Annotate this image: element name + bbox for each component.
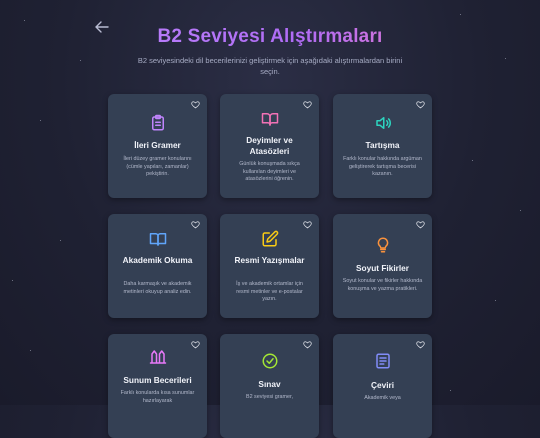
edit-icon: [261, 230, 279, 248]
book-icon: [149, 230, 167, 248]
card-title: Akademik Okuma: [122, 255, 193, 265]
card-sinav[interactable]: Sınav B2 seviyesi gramer,: [220, 334, 319, 438]
card-description: Farklı konularda kısa sunumlar hazırlaya…: [120, 390, 195, 404]
heart-icon[interactable]: [303, 220, 312, 229]
card-description: Akademik veya: [364, 395, 401, 401]
heart-icon[interactable]: [416, 220, 425, 229]
heart-icon[interactable]: [191, 340, 200, 349]
card-akademik-okuma[interactable]: Akademik Okuma Daha karmaşık ve akademik…: [108, 214, 207, 318]
card-description: İleri düzey gramer konularını (cümle yap…: [123, 156, 192, 178]
card-description: Soyut konular ve fikirler hakkında konuş…: [342, 278, 423, 292]
card-tartisma[interactable]: Tartışma Farklı konular hakkında argüman…: [333, 94, 432, 198]
presentation-icon: [149, 348, 167, 366]
heart-icon[interactable]: [416, 340, 425, 349]
heart-icon[interactable]: [191, 220, 200, 229]
card-title: Soyut Fikirler: [355, 263, 410, 273]
card-deyimler-ve-atasozleri[interactable]: Deyimler ve Atasözleri Günlük konuşmada …: [220, 94, 319, 198]
heart-icon[interactable]: [303, 100, 312, 109]
card-resmi-yazismalar[interactable]: Resmi Yazışmalar İş ve akademik ortamlar…: [220, 214, 319, 318]
heart-icon[interactable]: [191, 100, 200, 109]
speaker-icon: [374, 114, 392, 132]
heart-icon[interactable]: [303, 340, 312, 349]
card-title: Deyimler ve Atasözleri: [246, 135, 293, 156]
page-subtitle: B2 seviyesindeki dil becerilerinizi geli…: [137, 56, 403, 76]
card-description: Günlük konuşmada sıkça kullanılan deyiml…: [239, 161, 300, 183]
card-title: Resmi Yazışmalar: [234, 255, 305, 265]
card-title: Sınav: [258, 379, 281, 389]
card-soyut-fikirler[interactable]: Soyut Fikirler Soyut konular ve fikirler…: [333, 214, 432, 318]
check-circle-icon: [261, 352, 279, 370]
lightbulb-icon: [374, 236, 392, 254]
card-description: Farklı konular hakkında argüman geliştir…: [343, 156, 422, 178]
card-title: İleri Gramer: [134, 140, 181, 150]
card-title: Çeviri: [370, 380, 395, 390]
card-title: Sunum Becerileri: [123, 375, 192, 385]
card-description: B2 seviyesi gramer,: [245, 394, 294, 400]
heart-icon[interactable]: [416, 100, 425, 109]
clipboard-icon: [149, 114, 167, 132]
book-open-icon: [261, 110, 279, 128]
translate-icon: [374, 352, 392, 370]
card-sunum-becerileri[interactable]: Sunum Becerileri Farklı konularda kısa s…: [108, 334, 207, 438]
card-title: Tartışma: [365, 140, 400, 150]
card-description: Daha karmaşık ve akademik metinleri okuy…: [123, 281, 192, 295]
card-ileri-gramer[interactable]: İleri Gramer İleri düzey gramer konuları…: [108, 94, 207, 198]
card-ceviri[interactable]: Çeviri Akademik veya: [333, 334, 432, 438]
card-description: İş ve akademik ortamlar için resmi metin…: [236, 281, 303, 303]
page-title: B2 Seviyesi Alıştırmaları: [0, 26, 540, 48]
